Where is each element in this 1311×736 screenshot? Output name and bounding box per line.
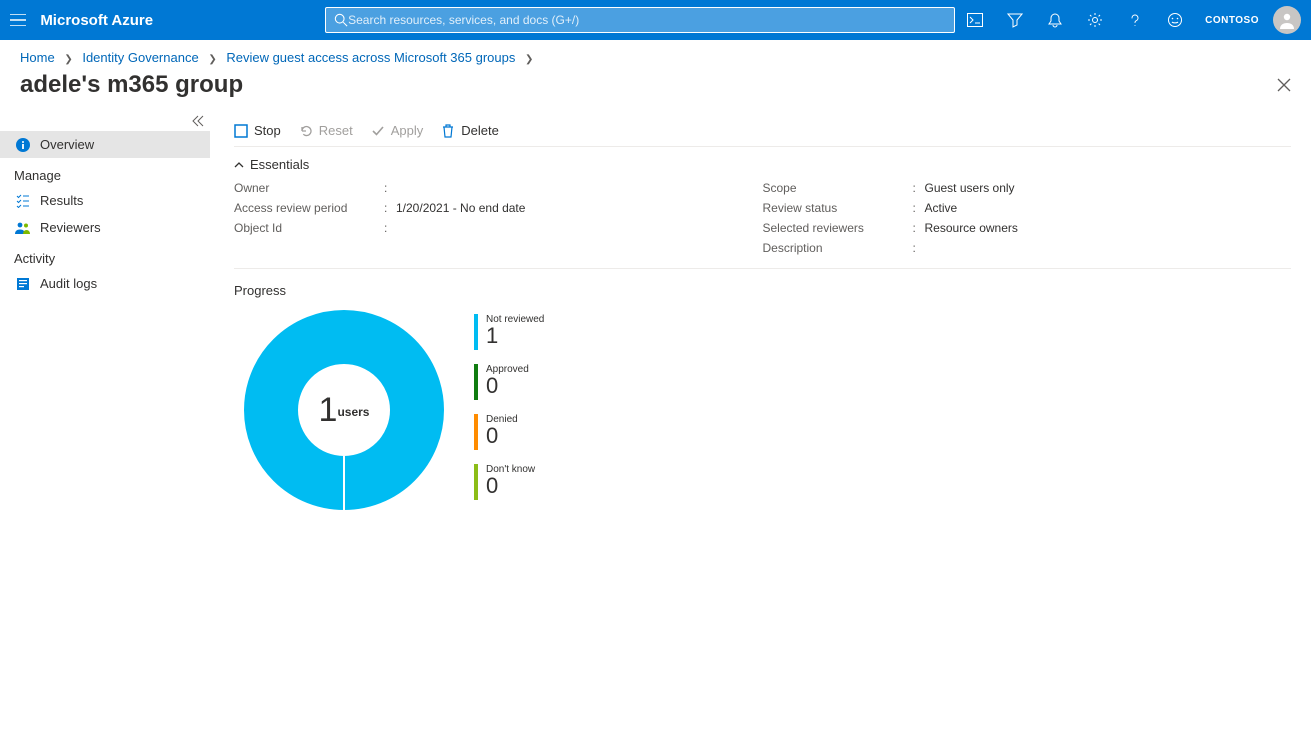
sidebar-item-audit-logs[interactable]: Audit logs [0, 270, 210, 297]
sidebar-item-label: Overview [40, 137, 94, 152]
sidebar-item-reviewers[interactable]: Reviewers [0, 214, 210, 241]
global-search[interactable] [325, 7, 955, 33]
progress-legend: Not reviewed1 Approved0 Denied0 Don't kn… [474, 310, 544, 500]
legend-value: 0 [486, 425, 518, 447]
close-blade-button[interactable] [1277, 78, 1291, 92]
button-label: Apply [391, 123, 424, 138]
scope-value: Guest users only [925, 181, 1015, 195]
log-icon [14, 277, 32, 291]
gear-icon [1087, 12, 1103, 28]
sidebar-item-label: Reviewers [40, 220, 101, 235]
legend-value: 0 [486, 475, 535, 497]
breadcrumb-review-guest-access[interactable]: Review guest access across Microsoft 365… [226, 50, 515, 65]
stop-icon [234, 124, 248, 138]
content-area: Stop Reset Apply Delete Essentials Owner… [210, 113, 1311, 736]
scope-label: Scope [763, 181, 913, 195]
status-value: Active [925, 201, 958, 215]
left-nav: Overview Manage Results Reviewers Activi… [0, 113, 210, 736]
legend-value: 1 [486, 325, 544, 347]
chevron-right-icon: ❯ [208, 54, 216, 65]
legend-color-bar [474, 364, 478, 400]
essentials-toggle[interactable]: Essentials [234, 147, 1291, 178]
top-icons: CONTOSO [955, 0, 1311, 40]
owner-label: Owner [234, 181, 384, 195]
hamburger-menu[interactable] [0, 0, 36, 40]
stop-button[interactable]: Stop [234, 123, 281, 138]
legend-dont-know: Don't know0 [474, 464, 544, 500]
progress-title: Progress [234, 269, 1291, 306]
top-bar: Microsoft Azure CONTOSO [0, 0, 1311, 40]
settings-button[interactable] [1075, 0, 1115, 40]
chevron-right-icon: ❯ [525, 54, 533, 65]
donut-chart: 1 users [244, 310, 444, 510]
chevron-double-left-icon [192, 115, 204, 127]
breadcrumb-identity-governance[interactable]: Identity Governance [82, 50, 198, 65]
button-label: Stop [254, 123, 281, 138]
legend-color-bar [474, 464, 478, 500]
help-icon [1127, 12, 1143, 28]
description-label: Description [763, 241, 913, 255]
donut-center: 1 users [244, 310, 444, 510]
legend-color-bar [474, 414, 478, 450]
sidebar-item-label: Audit logs [40, 276, 97, 291]
tenant-label[interactable]: CONTOSO [1195, 15, 1269, 26]
breadcrumb-home[interactable]: Home [20, 50, 55, 65]
essentials-panel: Owner: Access review period:1/20/2021 - … [234, 178, 1291, 269]
progress-panel: 1 users Not reviewed1 Approved0 Denied0 [234, 306, 1291, 510]
close-icon [1277, 78, 1291, 92]
legend-approved: Approved0 [474, 364, 544, 400]
filter-icon [1007, 12, 1023, 28]
donut-unit: users [337, 405, 369, 419]
breadcrumb: Home ❯ Identity Governance ❯ Review gues… [0, 40, 1311, 69]
feedback-icon [1167, 12, 1183, 28]
notifications-button[interactable] [1035, 0, 1075, 40]
bell-icon [1047, 12, 1063, 28]
apply-button: Apply [371, 123, 424, 138]
donut-total: 1 [319, 391, 338, 430]
legend-not-reviewed: Not reviewed1 [474, 314, 544, 350]
period-label: Access review period [234, 201, 384, 215]
check-icon [371, 124, 385, 138]
legend-denied: Denied0 [474, 414, 544, 450]
help-button[interactable] [1115, 0, 1155, 40]
info-icon [14, 138, 32, 152]
objectid-label: Object Id [234, 221, 384, 235]
title-bar: adele's m365 group [0, 69, 1311, 113]
sidebar-item-label: Results [40, 193, 83, 208]
trash-icon [441, 124, 455, 138]
period-value: 1/20/2021 - No end date [396, 201, 525, 215]
button-label: Delete [461, 123, 499, 138]
search-input[interactable] [348, 13, 946, 27]
chevron-right-icon: ❯ [64, 54, 72, 65]
nav-section-activity: Activity [0, 241, 210, 270]
search-icon [334, 13, 348, 27]
directory-filter-button[interactable] [995, 0, 1035, 40]
status-label: Review status [763, 201, 913, 215]
nav-section-manage: Manage [0, 158, 210, 187]
brand-label[interactable]: Microsoft Azure [36, 12, 165, 29]
sidebar-item-results[interactable]: Results [0, 187, 210, 214]
cloud-shell-button[interactable] [955, 0, 995, 40]
legend-color-bar [474, 314, 478, 350]
person-icon [1277, 10, 1297, 30]
collapse-nav-button[interactable] [192, 115, 204, 127]
reviewers-label: Selected reviewers [763, 221, 913, 235]
button-label: Reset [319, 123, 353, 138]
command-bar: Stop Reset Apply Delete [234, 113, 1291, 147]
delete-button[interactable]: Delete [441, 123, 499, 138]
chevron-up-icon [234, 161, 244, 169]
essentials-label: Essentials [250, 157, 309, 172]
reviewers-value: Resource owners [925, 221, 1018, 235]
account-avatar[interactable] [1273, 6, 1301, 34]
hamburger-icon [10, 14, 26, 26]
legend-value: 0 [486, 375, 529, 397]
page-title: adele's m365 group [20, 71, 243, 99]
cloud-shell-icon [967, 13, 983, 27]
people-icon [14, 221, 32, 235]
feedback-button[interactable] [1155, 0, 1195, 40]
reset-icon [299, 124, 313, 138]
checklist-icon [14, 194, 32, 208]
sidebar-item-overview[interactable]: Overview [0, 131, 210, 158]
reset-button: Reset [299, 123, 353, 138]
